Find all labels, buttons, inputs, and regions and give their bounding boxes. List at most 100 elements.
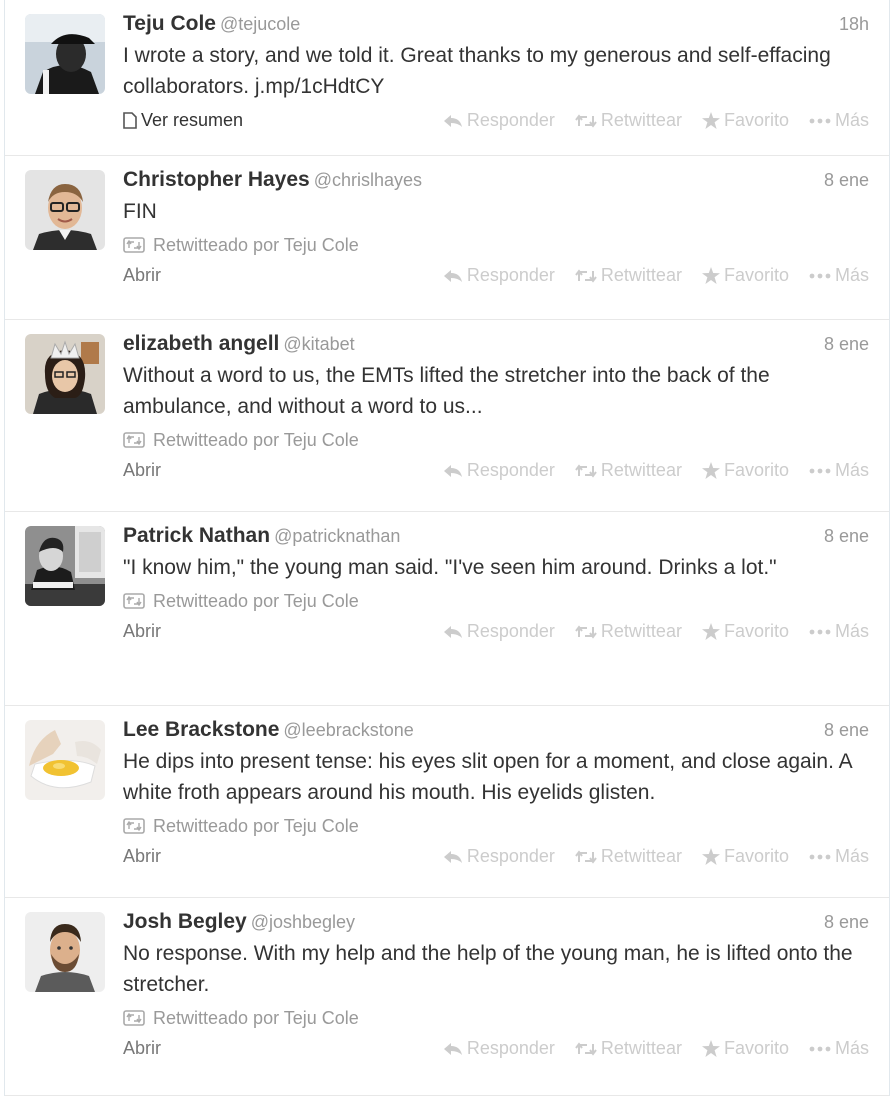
retweet-button[interactable]: Retwittear (575, 110, 682, 131)
tweet-item[interactable]: elizabeth angell @kitabet 8 ene Without a… (5, 320, 889, 512)
bearded-man-avatar[interactable] (25, 912, 105, 992)
tweet-author-name[interactable]: Josh Begley (123, 910, 247, 933)
tweet-item[interactable]: Josh Begley @joshbegley 8 ene No response… (5, 898, 889, 1096)
favorite-button[interactable]: Favorito (701, 1038, 789, 1059)
tweet-timestamp[interactable]: 8 ene (824, 170, 869, 191)
person-in-cap-avatar[interactable] (25, 14, 105, 94)
reply-button[interactable]: Responder (443, 1038, 555, 1059)
more-label: Más (834, 110, 869, 130)
retweet-button[interactable]: Retwittear (575, 846, 682, 867)
tweet-author-handle[interactable]: @chrislhayes (314, 170, 422, 190)
tweet-timestamp[interactable]: 18h (839, 14, 869, 35)
favorite-button[interactable]: Favorito (701, 265, 789, 286)
tweet-author-name[interactable]: Lee Brackstone (123, 718, 279, 741)
man-with-glasses-avatar[interactable] (25, 170, 105, 250)
retweet-label: Retwittear (600, 621, 682, 641)
tweet-text: He dips into present tense: his eyes sli… (123, 750, 852, 804)
retweet-label: Retwittear (600, 460, 682, 480)
retweeted-by-text[interactable]: Retwitteado por Teju Cole (153, 430, 359, 451)
retweeted-by-line: Retwitteado por Teju Cole (123, 1006, 869, 1030)
tweet-timestamp[interactable]: 8 ene (824, 334, 869, 355)
favorite-label: Favorito (723, 460, 789, 480)
reply-button[interactable]: Responder (443, 265, 555, 286)
more-button[interactable]: Más (809, 621, 869, 642)
more-button[interactable]: Más (809, 110, 869, 131)
tweet-timestamp[interactable]: 8 ene (824, 720, 869, 741)
retweet-icon (575, 624, 597, 639)
tweet-timestamp[interactable]: 8 ene (824, 526, 869, 547)
tweet-timestamp[interactable]: 8 ene (824, 912, 869, 933)
favorite-button[interactable]: Favorito (701, 621, 789, 642)
favorite-label: Favorito (723, 621, 789, 641)
favorite-button[interactable]: Favorito (701, 110, 789, 131)
tweet-author-name[interactable]: Patrick Nathan (123, 524, 270, 547)
expand-link[interactable]: Abrir (123, 1038, 161, 1059)
tweet-item[interactable]: Lee Brackstone @leebrackstone 8 ene He di… (5, 706, 889, 898)
more-dots-icon (809, 1046, 831, 1051)
retweet-button[interactable]: Retwittear (575, 265, 682, 286)
woman-with-crown-avatar[interactable] (25, 334, 105, 414)
tweet-author-handle[interactable]: @joshbegley (251, 912, 355, 932)
tweet-text: "I know him," the young man said. "I've … (123, 556, 777, 579)
reply-icon (443, 625, 462, 638)
reply-button[interactable]: Responder (443, 621, 555, 642)
tweet-author-handle[interactable]: @kitabet (283, 334, 354, 354)
reply-button[interactable]: Responder (443, 846, 555, 867)
retweeted-by-text[interactable]: Retwitteado por Teju Cole (153, 816, 359, 837)
retweet-button[interactable]: Retwittear (575, 460, 682, 481)
tweet-author-name[interactable]: Teju Cole (123, 12, 216, 35)
retweeted-by-text[interactable]: Retwitteado por Teju Cole (153, 235, 359, 256)
star-icon (701, 462, 720, 479)
expand-link[interactable]: Abrir (123, 460, 161, 481)
tweet-item[interactable]: Christopher Hayes @chrislhayes 8 ene FIN … (5, 156, 889, 320)
tweet-actions: Responder Retwittear Favorito Más (423, 265, 869, 286)
more-button[interactable]: Más (809, 265, 869, 286)
reply-label: Responder (466, 460, 555, 480)
reply-icon (443, 269, 462, 282)
favorite-label: Favorito (723, 846, 789, 866)
retweet-label: Retwittear (600, 846, 682, 866)
reply-button[interactable]: Responder (443, 110, 555, 131)
tweet-text: No response. With my help and the help o… (123, 942, 853, 996)
retweeted-by-text[interactable]: Retwitteado por Teju Cole (153, 1008, 359, 1029)
retweeted-by-text[interactable]: Retwitteado por Teju Cole (153, 591, 359, 612)
favorite-label: Favorito (723, 110, 789, 130)
man-at-desk-avatar[interactable] (25, 526, 105, 606)
retweet-icon (575, 113, 597, 128)
tweet-actions: Responder Retwittear Favorito Más (423, 846, 869, 867)
more-button[interactable]: Más (809, 460, 869, 481)
reply-icon (443, 114, 462, 127)
tweet-text: I wrote a story, and we told it. Great t… (123, 44, 831, 98)
expand-link[interactable]: Abrir (123, 265, 161, 286)
tweet-author-handle[interactable]: @leebrackstone (283, 720, 413, 740)
star-icon (701, 848, 720, 865)
favorite-button[interactable]: Favorito (701, 846, 789, 867)
tweet-author-handle[interactable]: @tejucole (220, 14, 300, 34)
retweet-button[interactable]: Retwittear (575, 1038, 682, 1059)
tweet-author-handle[interactable]: @patricknathan (274, 526, 400, 546)
more-button[interactable]: Más (809, 846, 869, 867)
retweeted-by-line: Retwitteado por Teju Cole (123, 589, 869, 613)
reply-icon (443, 850, 462, 863)
retweet-label: Retwittear (600, 265, 682, 285)
expand-summary-link[interactable]: Ver resumen (123, 110, 243, 131)
more-button[interactable]: Más (809, 1038, 869, 1059)
star-icon (701, 623, 720, 640)
reply-button[interactable]: Responder (443, 460, 555, 481)
retweet-button[interactable]: Retwittear (575, 621, 682, 642)
tweet-item[interactable]: Teju Cole @tejucole 18h I wrote a story, … (5, 0, 889, 156)
star-icon (701, 267, 720, 284)
tweet-author-name[interactable]: Christopher Hayes (123, 168, 310, 191)
retweet-label: Retwittear (600, 110, 682, 130)
tweet-author-name[interactable]: elizabeth angell (123, 332, 279, 355)
retweeted-by-line: Retwitteado por Teju Cole (123, 233, 869, 257)
retweeted-by-line: Retwitteado por Teju Cole (123, 814, 869, 838)
tweet-item[interactable]: Patrick Nathan @patricknathan 8 ene "I kn… (5, 512, 889, 706)
expand-link[interactable]: Abrir (123, 621, 161, 642)
favorite-label: Favorito (723, 265, 789, 285)
more-dots-icon (809, 629, 831, 634)
favorite-button[interactable]: Favorito (701, 460, 789, 481)
retweeted-by-line: Retwitteado por Teju Cole (123, 428, 869, 452)
expand-link[interactable]: Abrir (123, 846, 161, 867)
cracked-egg-avatar[interactable] (25, 720, 105, 800)
